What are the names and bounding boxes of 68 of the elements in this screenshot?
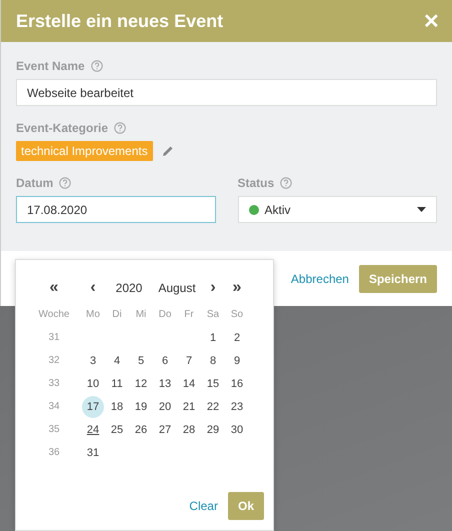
week-number: 33 [48,378,60,389]
next-month-button[interactable]: › [210,278,216,296]
help-icon [280,177,292,189]
calendar-day[interactable]: 14 [178,372,200,394]
calendar-day[interactable]: 28 [178,418,200,440]
category-tag: technical Improvements [16,141,153,161]
previous-year-button[interactable]: « [50,278,58,296]
calendar-day[interactable]: 29 [202,418,224,440]
field-label: Event Name [16,59,85,73]
calendar-day[interactable]: 26 [130,418,152,440]
field-label: Datum [16,176,54,190]
calendar-day[interactable]: 20 [154,396,176,418]
weekday-header: Do [158,309,172,320]
field-label: Event-Kategorie [16,121,108,135]
calendar-day[interactable]: 21 [178,396,200,418]
calendar-day[interactable]: 11 [106,372,128,394]
field-label: Status [238,176,274,190]
week-number: 35 [48,424,60,435]
week-number: 32 [48,355,60,366]
calendar-day[interactable]: 22 [202,396,224,418]
calendar-day[interactable]: 4 [106,350,128,372]
help-icon [114,122,126,134]
calendar-day[interactable]: 2 [226,326,248,348]
dialog-title: Erstelle ein neues Event [16,10,224,32]
calendar-day[interactable]: 17 [82,396,104,418]
calendar-day[interactable]: 12 [130,372,152,394]
week-number: 31 [48,332,60,343]
week-number: 36 [48,447,60,458]
weekday-header: Di [112,309,122,320]
calendar-day[interactable]: 5 [130,350,152,372]
calendar-day[interactable]: 6 [154,350,176,372]
calendar-day[interactable]: 31 [82,442,104,464]
weekday-header: Mo [86,309,100,320]
help-icon [90,60,103,72]
calendar-day[interactable]: 18 [106,396,128,418]
calendar-day[interactable]: 8 [202,350,224,372]
calendar-day[interactable]: 3 [82,350,104,372]
year-button[interactable]: 2020 [116,280,142,294]
calendar-day[interactable]: 7 [178,350,200,372]
calendar-day[interactable]: 27 [154,418,176,440]
weekday-header: Sa [206,309,220,320]
calendar-day[interactable]: 24 [82,418,104,440]
month-button[interactable]: August [158,280,196,294]
calendar-day[interactable]: 9 [226,350,248,372]
weekday-header: Fr [184,309,194,320]
calendar-day[interactable]: 25 [106,418,128,440]
weekday-header: So [230,309,244,320]
previous-month-button[interactable]: ‹ [90,278,96,296]
date-field[interactable]: 17.08.2020 [16,196,216,223]
calendar-day[interactable]: 1 [202,326,224,348]
dropdown-caret-icon [417,207,426,212]
status-select[interactable]: Aktiv [238,196,437,223]
weekday-header: Mi [136,309,146,320]
clear-link[interactable]: Clear [189,499,218,513]
calendar-day[interactable]: 15 [202,372,224,394]
calendar-day[interactable]: 10 [82,372,104,394]
calendar-day[interactable]: 16 [226,372,248,394]
help-icon [59,177,72,189]
week-number: 34 [48,401,60,412]
cancel-link[interactable]: Abbrechen [290,272,349,286]
calendar-day[interactable]: 13 [154,372,176,394]
calendar-day[interactable]: 19 [130,396,152,418]
next-year-button[interactable]: » [232,278,242,296]
event-name-field[interactable]: Webseite bearbeitet [16,79,437,106]
pencil-icon[interactable] [162,145,174,157]
week-column-header: Woche [38,309,70,320]
calendar-day[interactable]: 23 [226,396,248,418]
calendar-day[interactable]: 30 [226,418,248,440]
